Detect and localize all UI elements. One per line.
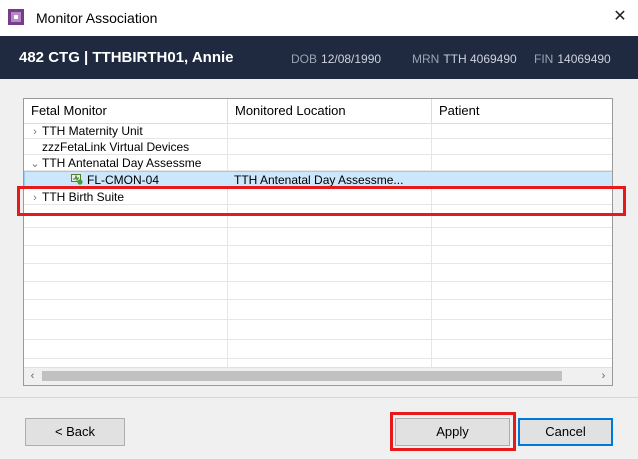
cancel-button[interactable]: Cancel	[518, 418, 613, 446]
patient-cell	[432, 139, 612, 155]
fin-label: FIN	[534, 52, 554, 66]
dob-value: 12/08/1990	[321, 52, 382, 66]
patient-cell	[432, 189, 612, 205]
table-row[interactable]: ⌄ TTH Antenatal Day Assessme	[24, 155, 612, 171]
patient-name: 482 CTG | TTHBIRTH01, Annie	[19, 49, 234, 66]
mrn-label: MRN	[412, 52, 440, 66]
scroll-thumb[interactable]	[42, 371, 562, 381]
table-row[interactable]: › TTH Maternity Unit	[24, 123, 612, 139]
row-label: FL-CMON-04	[87, 173, 160, 187]
close-button[interactable]: ✕	[608, 5, 632, 29]
empty-row	[24, 228, 612, 246]
mrn-value: TTH 4069490	[443, 52, 517, 66]
window-title: Monitor Association	[36, 10, 158, 26]
empty-row	[24, 205, 612, 228]
dob-label: DOB	[291, 52, 318, 66]
empty-row	[24, 320, 612, 340]
chevron-down-icon[interactable]: ⌄	[28, 156, 42, 171]
location-cell	[228, 189, 432, 205]
apply-button[interactable]: Apply	[395, 418, 510, 446]
location-cell	[228, 155, 432, 171]
empty-row	[24, 340, 612, 359]
scroll-right-icon[interactable]: ›	[595, 368, 612, 385]
chevron-right-icon[interactable]: ›	[28, 124, 42, 139]
chevron-right-icon[interactable]: ›	[28, 190, 42, 205]
patient-cell	[433, 172, 612, 188]
grid-header: Fetal Monitor Monitored Location Patient	[24, 99, 612, 124]
monitor-grid[interactable]: Fetal Monitor Monitored Location Patient…	[23, 98, 613, 386]
dob-field: DOB 12/08/1990	[291, 52, 381, 66]
empty-row	[24, 264, 612, 282]
row-label: TTH Maternity Unit	[42, 124, 143, 138]
location-cell	[228, 123, 432, 139]
patient-banner: 482 CTG | TTHBIRTH01, Annie DOB 12/08/199…	[0, 36, 638, 79]
table-row[interactable]: zzzFetaLink Virtual Devices	[24, 139, 612, 155]
fetal-monitor-cell: ⌄ TTH Antenatal Day Assessme	[24, 155, 228, 171]
close-icon: ✕	[613, 8, 627, 25]
mrn-field: MRN TTH 4069490	[412, 52, 517, 66]
content-panel: Fetal Monitor Monitored Location Patient…	[0, 79, 638, 459]
fetal-monitor-cell: zzzFetaLink Virtual Devices	[24, 139, 228, 155]
location-cell: TTH Antenatal Day Assessme...	[234, 173, 404, 187]
footer-divider	[0, 397, 638, 398]
fetal-monitor-cell: › TTH Maternity Unit	[24, 123, 228, 139]
empty-row	[24, 300, 612, 320]
column-header-monitored-location[interactable]: Monitored Location	[228, 99, 432, 123]
patient-cell	[432, 123, 612, 139]
row-label: zzzFetaLink Virtual Devices	[42, 140, 190, 154]
fetal-monitor-cell: FL-CMON-04	[25, 172, 229, 188]
fin-field: FIN 14069490	[534, 52, 611, 66]
table-row[interactable]: › TTH Birth Suite	[24, 189, 612, 205]
title-bar: Monitor Association ✕	[0, 0, 638, 36]
back-button[interactable]: < Back	[25, 418, 125, 446]
table-row-selected[interactable]: FL-CMON-04 TTH Antenatal Day Assessme...	[24, 171, 612, 189]
row-label: TTH Birth Suite	[42, 190, 125, 204]
empty-row	[24, 246, 612, 264]
row-label: TTH Antenatal Day Assessme	[42, 156, 202, 170]
monitor-device-icon	[71, 174, 83, 185]
app-icon	[8, 9, 24, 25]
empty-row	[24, 282, 612, 300]
patient-cell	[432, 155, 612, 171]
fetal-monitor-cell: › TTH Birth Suite	[24, 189, 228, 205]
column-header-patient[interactable]: Patient	[432, 99, 612, 123]
column-header-fetal-monitor[interactable]: Fetal Monitor	[24, 99, 228, 123]
fin-value: 14069490	[557, 52, 611, 66]
location-cell	[228, 139, 432, 155]
scroll-left-icon[interactable]: ‹	[24, 368, 41, 385]
horizontal-scrollbar[interactable]: ‹ ›	[24, 367, 612, 385]
